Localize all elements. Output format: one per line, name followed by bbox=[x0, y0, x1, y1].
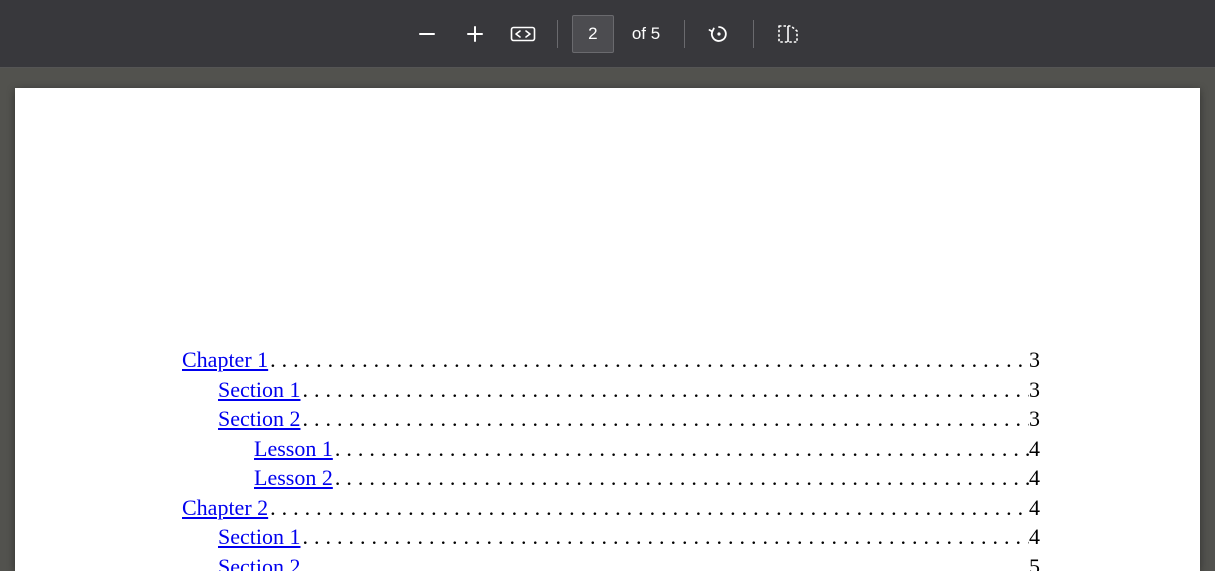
table-of-contents: Chapter 1...............................… bbox=[182, 346, 1040, 571]
toc-link[interactable]: Section 2 bbox=[218, 553, 301, 571]
toolbar-divider bbox=[684, 20, 685, 48]
toc-page-number: 4 bbox=[1029, 435, 1040, 463]
page-number-input[interactable] bbox=[572, 15, 614, 53]
toc-leader-dots: ........................................… bbox=[268, 494, 1029, 522]
toolbar-divider bbox=[753, 20, 754, 48]
toc-row: Lesson 1................................… bbox=[182, 435, 1040, 463]
toc-row: Chapter 2...............................… bbox=[182, 494, 1040, 522]
toc-page-number: 4 bbox=[1029, 523, 1040, 551]
toc-link[interactable]: Lesson 2 bbox=[254, 464, 333, 492]
toc-leader-dots: ........................................… bbox=[333, 464, 1029, 492]
page-view-button[interactable] bbox=[768, 14, 808, 54]
toc-page-number: 3 bbox=[1029, 405, 1040, 433]
viewport[interactable]: Chapter 1...............................… bbox=[0, 68, 1215, 571]
toc-link[interactable]: Chapter 2 bbox=[182, 494, 268, 522]
toc-leader-dots: ........................................… bbox=[268, 346, 1029, 374]
toc-page-number: 3 bbox=[1029, 346, 1040, 374]
toc-page-number: 3 bbox=[1029, 376, 1040, 404]
toc-link[interactable]: Chapter 1 bbox=[182, 346, 268, 374]
fit-width-button[interactable] bbox=[503, 14, 543, 54]
zoom-in-button[interactable] bbox=[455, 14, 495, 54]
toc-leader-dots: ........................................… bbox=[301, 376, 1030, 404]
page-total-label: of 5 bbox=[632, 24, 660, 44]
toolbar-divider bbox=[557, 20, 558, 48]
toc-row: Section 2...............................… bbox=[182, 553, 1040, 571]
toc-row: Chapter 1...............................… bbox=[182, 346, 1040, 374]
pdf-toolbar: of 5 bbox=[0, 0, 1215, 68]
toc-row: Lesson 2................................… bbox=[182, 464, 1040, 492]
toc-link[interactable]: Section 1 bbox=[218, 523, 301, 551]
rotate-button[interactable] bbox=[699, 14, 739, 54]
toc-row: Section 2...............................… bbox=[182, 405, 1040, 433]
toc-row: Section 1...............................… bbox=[182, 523, 1040, 551]
toc-row: Section 1...............................… bbox=[182, 376, 1040, 404]
toc-link[interactable]: Section 2 bbox=[218, 405, 301, 433]
toc-leader-dots: ........................................… bbox=[301, 405, 1030, 433]
zoom-out-button[interactable] bbox=[407, 14, 447, 54]
toc-leader-dots: ........................................… bbox=[301, 553, 1030, 571]
toc-link[interactable]: Lesson 1 bbox=[254, 435, 333, 463]
toc-page-number: 4 bbox=[1029, 464, 1040, 492]
toc-leader-dots: ........................................… bbox=[333, 435, 1029, 463]
toc-page-number: 5 bbox=[1029, 553, 1040, 571]
toc-link[interactable]: Section 1 bbox=[218, 376, 301, 404]
toc-page-number: 4 bbox=[1029, 494, 1040, 522]
pdf-page: Chapter 1...............................… bbox=[15, 88, 1200, 571]
toc-leader-dots: ........................................… bbox=[301, 523, 1030, 551]
